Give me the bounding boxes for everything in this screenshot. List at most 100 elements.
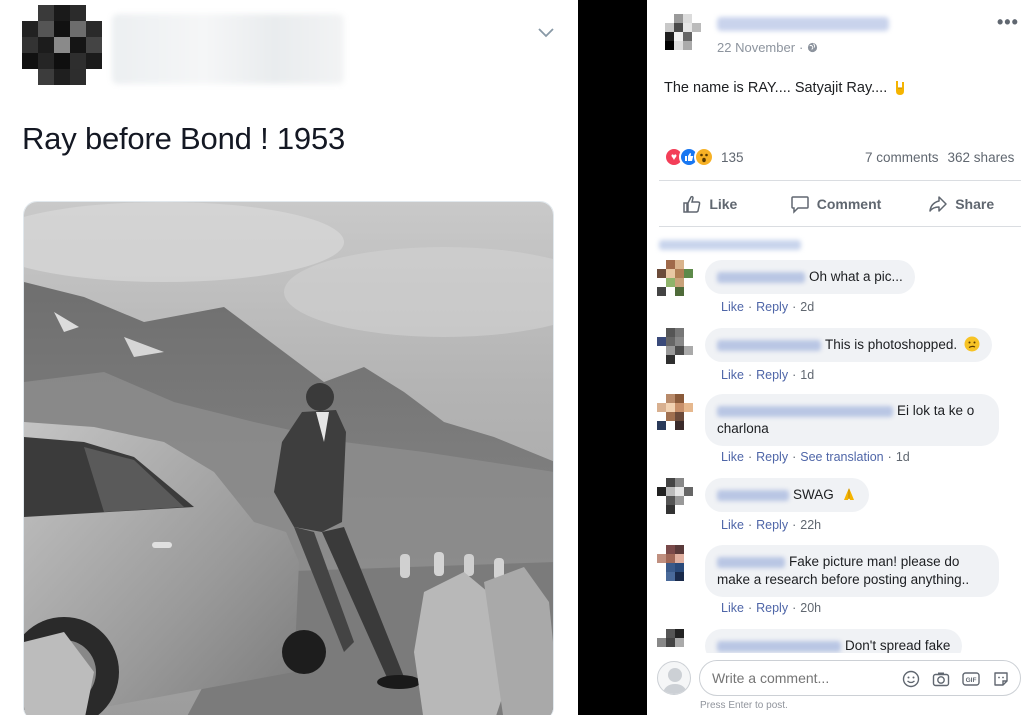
comment-reply-link[interactable]: Reply xyxy=(756,518,788,532)
share-label: Share xyxy=(955,196,995,212)
post-actions: Like Comment Share xyxy=(647,186,1024,222)
comment-meta: Like · Reply · 2d xyxy=(721,300,814,314)
meta-dot: · xyxy=(747,518,753,532)
share-arrow-icon xyxy=(929,196,947,212)
view-previous-comments-link[interactable] xyxy=(659,240,801,250)
meta-dot: · xyxy=(792,450,797,464)
comment-bubble: Oh what a pic... xyxy=(705,260,915,294)
comment-meta: Like · Reply · 20h xyxy=(721,601,821,615)
chevron-down-icon[interactable] xyxy=(536,22,556,42)
comment-time[interactable]: 1d xyxy=(896,450,910,464)
comment-reply-link[interactable]: Reply xyxy=(756,368,788,382)
comment-input-tools: GIF xyxy=(902,670,1010,688)
comment-like-link[interactable]: Like xyxy=(721,368,744,382)
emoji-icon[interactable] xyxy=(902,670,920,688)
tweet-text: Ray before Bond ! 1953 xyxy=(22,121,346,156)
post-text-content: The name is RAY.... Satyajit Ray.... xyxy=(664,80,888,96)
comment-like-link[interactable]: Like xyxy=(721,518,744,532)
globe-icon xyxy=(808,42,818,53)
post-text: The name is RAY.... Satyajit Ray.... xyxy=(664,80,908,96)
comment-text: Oh what a pic... xyxy=(809,269,903,284)
more-options-icon[interactable]: ••• xyxy=(997,12,1019,33)
commenter-name[interactable] xyxy=(717,339,821,351)
commenter-name[interactable] xyxy=(717,271,805,283)
current-user-avatar xyxy=(657,661,691,695)
reactions-summary[interactable]: ♥ 135 xyxy=(664,147,744,167)
comment-text-line2: charlona xyxy=(717,421,769,436)
like-button[interactable]: Like xyxy=(647,186,773,222)
commenter-avatar[interactable] xyxy=(657,260,693,296)
svg-text:GIF: GIF xyxy=(966,677,977,684)
meta-dot: · xyxy=(747,450,753,464)
comment-reply-link[interactable]: Reply xyxy=(756,601,788,615)
commenter-name[interactable] xyxy=(717,556,785,568)
facebook-post-panel: 22 November · ••• The name is RAY.... Sa… xyxy=(647,0,1024,715)
date-separator: · xyxy=(799,40,804,55)
comment-like-link[interactable]: Like xyxy=(721,601,744,615)
confused-emoji-icon xyxy=(964,336,980,352)
comment-reply-link[interactable]: Reply xyxy=(756,300,788,314)
commenter-avatar[interactable] xyxy=(657,478,693,514)
like-label: Like xyxy=(709,196,738,212)
comment-like-link[interactable]: Like xyxy=(721,450,744,464)
meta-dot: · xyxy=(747,601,753,615)
commenter-avatar[interactable] xyxy=(657,545,691,581)
comment-reply-link[interactable]: Reply xyxy=(756,450,788,464)
comment-meta: Like · Reply · 22h xyxy=(721,518,821,532)
tweet-panel: Ray before Bond ! 1953 xyxy=(0,0,578,715)
comment-time[interactable]: 2d xyxy=(800,300,814,314)
meta-dot: · xyxy=(747,300,753,314)
commenter-avatar[interactable] xyxy=(657,328,693,364)
tweet-photo[interactable] xyxy=(23,201,554,715)
rock-hand-emoji-icon xyxy=(896,81,905,95)
comment-time[interactable]: 22h xyxy=(800,518,821,532)
post-date[interactable]: 22 November · xyxy=(717,40,818,55)
press-enter-hint: Press Enter to post. xyxy=(700,700,788,711)
comment-bubble-icon xyxy=(790,196,809,214)
comments-count-link[interactable]: 7 comments xyxy=(865,150,939,165)
comment-text: SWAG xyxy=(793,487,834,502)
meta-dot: · xyxy=(792,300,797,314)
comment-time[interactable]: 1d xyxy=(800,368,814,382)
meta-dot: · xyxy=(792,518,797,532)
comment-label: Comment xyxy=(816,196,882,212)
shares-count-link[interactable]: 362 shares xyxy=(948,150,1015,165)
see-translation-link[interactable]: See translation xyxy=(800,450,883,464)
divider xyxy=(659,226,1021,227)
comment-text-line2: make a research before posting anything.… xyxy=(717,572,970,587)
sticker-icon[interactable] xyxy=(992,670,1010,688)
write-comment-bar: GIF Press Enter to post. xyxy=(647,653,1024,715)
comment-bubble: Fake picture man! please do make a resea… xyxy=(705,545,999,597)
reaction-count: 135 xyxy=(721,149,744,165)
engagement-counts: 7 comments 362 shares xyxy=(865,150,1014,165)
post-author-name[interactable] xyxy=(717,17,889,31)
default-user-icon xyxy=(662,668,688,694)
gif-icon[interactable]: GIF xyxy=(962,670,980,688)
commenter-name[interactable] xyxy=(717,640,841,652)
folded-hands-emoji-icon xyxy=(843,488,854,500)
comment-text: Fake picture man! please do xyxy=(789,554,960,569)
meta-dot: · xyxy=(792,368,797,382)
comment-text: Don't spread fake xyxy=(845,638,951,653)
comment-text: This is photoshopped. xyxy=(825,337,958,352)
comment-text: Ei lok ta ke o xyxy=(897,403,975,418)
post-date-text: 22 November xyxy=(717,40,796,55)
share-button[interactable]: Share xyxy=(898,186,1024,222)
commenter-name[interactable] xyxy=(717,405,893,417)
wow-reaction-icon xyxy=(694,147,714,167)
comment-meta: Like · Reply · 1d xyxy=(721,368,814,382)
commenter-name[interactable] xyxy=(717,489,789,501)
camera-icon[interactable] xyxy=(932,670,950,688)
comment-like-link[interactable]: Like xyxy=(721,300,744,314)
thumbs-up-icon xyxy=(683,195,701,213)
commenter-avatar[interactable] xyxy=(657,394,693,430)
tweet-avatar[interactable] xyxy=(22,5,102,87)
comment-time[interactable]: 20h xyxy=(800,601,821,615)
post-author-avatar[interactable] xyxy=(665,14,701,52)
comment-bubble: SWAG xyxy=(705,478,869,512)
meta-dot: · xyxy=(747,368,753,382)
comment-bubble: This is photoshopped. xyxy=(705,328,992,362)
comment-bubble: Ei lok ta ke o charlona xyxy=(705,394,999,446)
blurred-username xyxy=(112,14,344,84)
comment-button[interactable]: Comment xyxy=(773,186,899,222)
